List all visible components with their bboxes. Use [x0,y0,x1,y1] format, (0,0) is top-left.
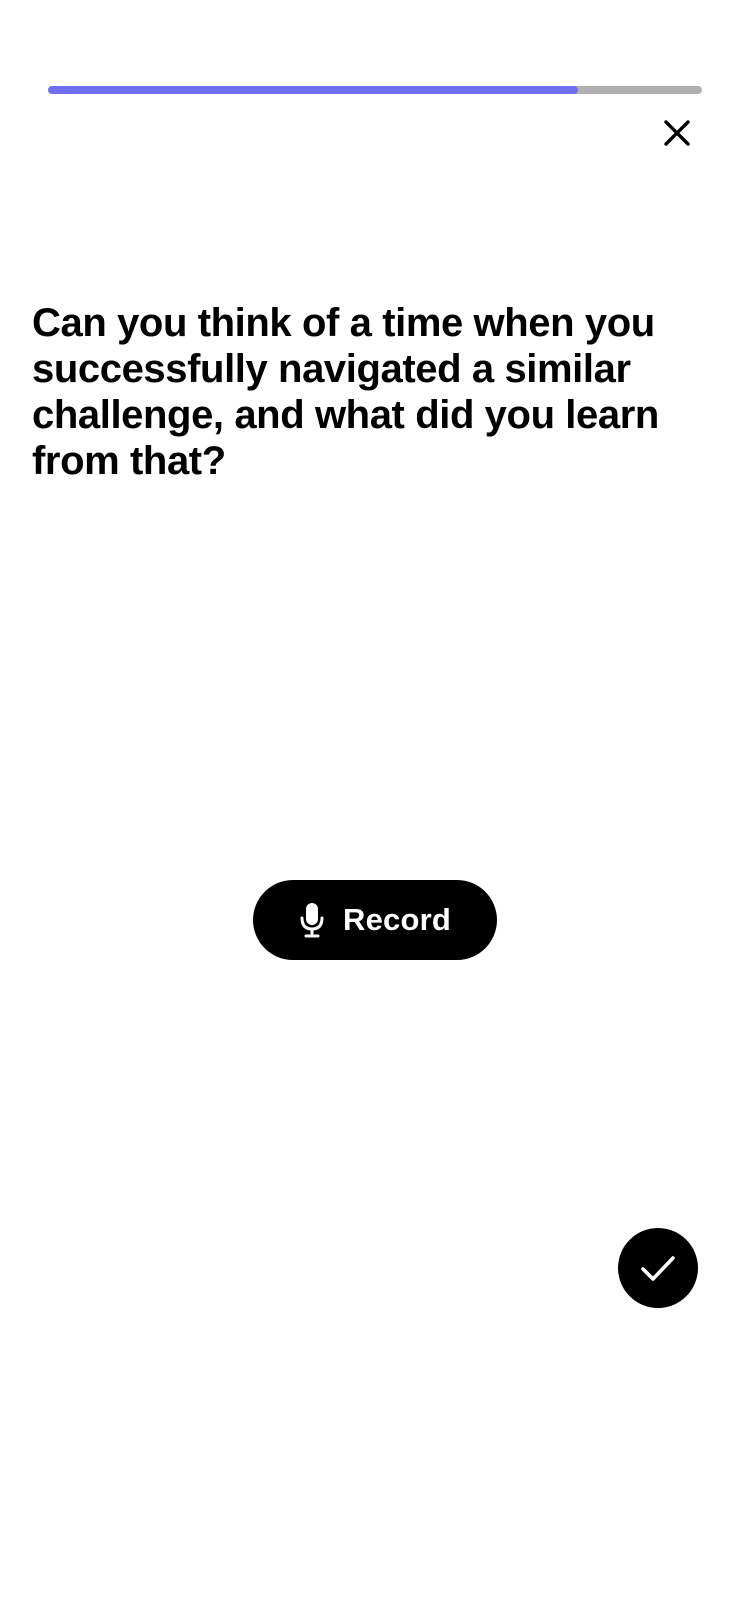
progress-bar [48,86,702,94]
done-button[interactable] [618,1228,698,1308]
question-text: Can you think of a time when you success… [32,301,659,483]
record-button-label: Record [342,902,451,937]
record-button[interactable]: Record [253,880,497,960]
progress-bar-fill [48,86,578,94]
close-icon [664,120,690,146]
microphone-icon [300,903,324,938]
checkmark-icon [641,1256,675,1281]
close-button[interactable] [660,116,694,150]
